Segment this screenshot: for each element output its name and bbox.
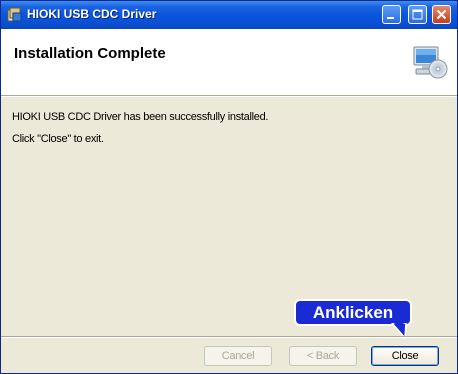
- title-bar[interactable]: HIOKI USB CDC Driver: [1, 1, 457, 29]
- minimize-button[interactable]: [382, 5, 401, 24]
- minimize-icon: [387, 17, 394, 19]
- header-separator: [1, 95, 457, 97]
- page-title: Installation Complete: [14, 45, 166, 62]
- installer-window: HIOKI USB CDC Driver Installation Comple…: [0, 0, 458, 374]
- window-title: HIOKI USB CDC Driver: [27, 7, 157, 21]
- cancel-button[interactable]: Cancel: [204, 346, 272, 366]
- maximize-icon: [412, 9, 423, 20]
- header-banner: Installation Complete: [1, 29, 457, 95]
- back-button[interactable]: < Back: [289, 346, 357, 366]
- click-here-callout: Anklicken: [294, 299, 412, 326]
- close-button[interactable]: Close: [371, 346, 439, 366]
- installer-app-icon: [7, 7, 22, 22]
- instruction-message: Click "Close" to exit.: [12, 133, 104, 145]
- computer-cd-icon: [413, 46, 448, 79]
- footer-separator: [1, 336, 457, 338]
- close-icon: [436, 9, 447, 20]
- success-message: HIOKI USB CDC Driver has been successful…: [12, 111, 269, 123]
- close-window-button[interactable]: [432, 5, 451, 24]
- maximize-button[interactable]: [408, 5, 427, 24]
